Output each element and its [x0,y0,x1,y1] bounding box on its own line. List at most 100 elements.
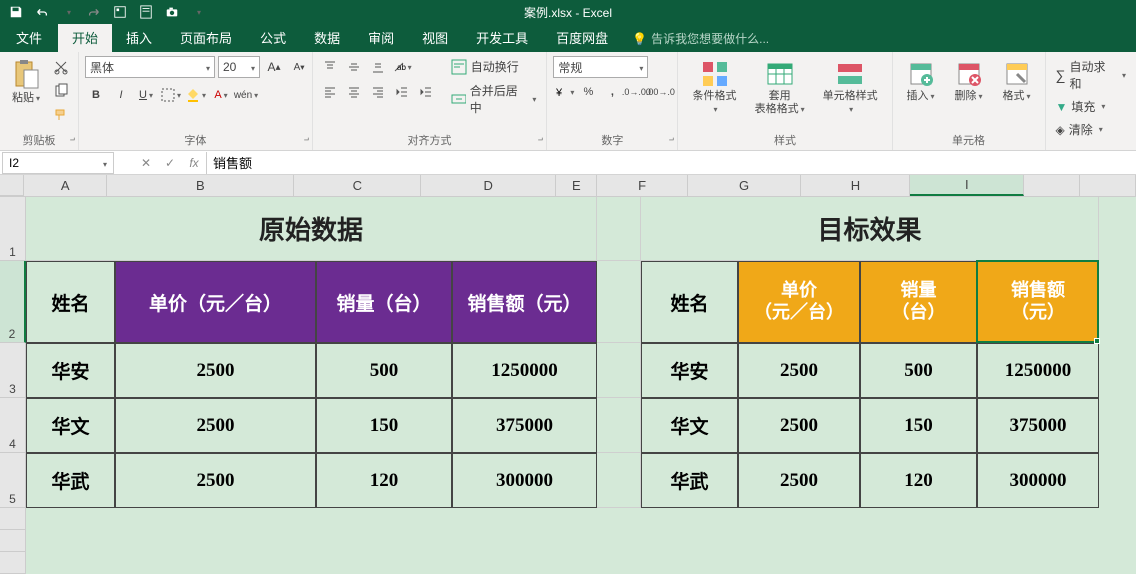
cell[interactable]: 华武 [641,453,738,508]
formula-input[interactable]: 销售额 [207,152,1136,174]
cell[interactable]: 120 [316,453,452,508]
increase-indent-button[interactable] [415,81,437,103]
cancel-formula-button[interactable]: ✕ [134,152,158,174]
row-header[interactable]: 5 [0,453,26,508]
border-button[interactable] [160,84,182,106]
decrease-decimal-button[interactable]: .00→.0 [649,81,671,103]
tab-review[interactable]: 审阅 [354,23,408,52]
cell[interactable]: 销售额（元） [977,261,1099,343]
worksheet-grid[interactable]: ABCDEFGHI 12345 原始数据姓名单价（元／台）销量（台）销售额（元）… [0,175,1136,585]
qat-customize[interactable] [188,2,208,22]
cell[interactable]: 华武 [26,453,115,508]
column-header[interactable] [1080,175,1136,196]
name-box[interactable]: I2 [2,152,114,174]
bold-button[interactable]: B [85,84,107,106]
cell[interactable]: 华文 [641,398,738,453]
cell[interactable] [597,343,641,398]
cell[interactable]: 华安 [641,343,738,398]
cut-button[interactable] [50,56,72,78]
wrap-text-button[interactable]: 自动换行 [447,56,541,77]
increase-font-button[interactable]: A▴ [263,56,285,78]
row-header[interactable] [0,530,26,552]
tab-data[interactable]: 数据 [300,23,354,52]
insert-cells-button[interactable]: 插入 [899,56,943,105]
tell-me-search[interactable]: 💡告诉我您想要做什么... [622,25,779,52]
column-header[interactable]: H [801,175,910,196]
fill-button[interactable]: ▼填充 [1052,96,1110,117]
tab-insert[interactable]: 插入 [112,23,166,52]
align-middle-button[interactable] [343,56,365,78]
qat-btn-1[interactable] [110,2,130,22]
decrease-font-button[interactable]: A▾ [288,56,310,78]
cell[interactable]: 目标效果 [641,197,1099,261]
cell[interactable]: 单价（元／台） [738,261,860,343]
tab-view[interactable]: 视图 [408,23,462,52]
row-header[interactable]: 1 [0,197,26,261]
cell[interactable] [597,261,641,343]
cell[interactable]: 375000 [452,398,597,453]
cell[interactable]: 单价（元／台） [115,261,316,343]
save-icon[interactable] [6,2,26,22]
format-table-button[interactable]: 套用 表格格式 [749,56,811,118]
column-header[interactable]: E [556,175,597,196]
column-header[interactable]: F [597,175,687,196]
merge-center-button[interactable]: 合并后居中 [447,80,541,118]
column-header[interactable] [1024,175,1080,196]
enter-formula-button[interactable]: ✓ [158,152,182,174]
fill-color-button[interactable] [185,84,207,106]
cell[interactable]: 300000 [977,453,1099,508]
column-header[interactable]: C [294,175,421,196]
italic-button[interactable]: I [110,84,132,106]
cell[interactable]: 300000 [452,453,597,508]
autosum-button[interactable]: ∑自动求和 [1052,56,1130,94]
tab-dev[interactable]: 开发工具 [462,23,542,52]
accounting-format-button[interactable]: ¥ [553,81,575,103]
percent-button[interactable]: % [577,81,599,103]
format-painter-button[interactable] [50,104,72,126]
cell[interactable]: 2500 [115,453,316,508]
tab-home[interactable]: 开始 [58,23,112,52]
align-center-button[interactable] [343,81,365,103]
column-header[interactable]: G [688,175,802,196]
cell[interactable]: 1250000 [977,343,1099,398]
cell[interactable]: 150 [860,398,977,453]
cell[interactable]: 姓名 [26,261,115,343]
tab-layout[interactable]: 页面布局 [166,23,246,52]
paste-button[interactable]: 粘贴 [6,56,46,107]
number-launcher[interactable] [662,135,674,147]
undo-icon[interactable] [32,2,52,22]
row-header[interactable] [0,552,26,574]
column-header[interactable]: A [24,175,107,196]
cell[interactable] [597,398,641,453]
cell[interactable]: 120 [860,453,977,508]
undo-dropdown[interactable] [58,2,78,22]
cell[interactable]: 销量（台） [860,261,977,343]
clipboard-launcher[interactable] [63,135,75,147]
font-size-combo[interactable]: 20 [218,56,260,78]
cell[interactable]: 500 [316,343,452,398]
fx-button[interactable]: fx [182,152,206,174]
tab-file[interactable]: 文件 [0,23,58,52]
copy-button[interactable] [50,80,72,102]
row-header[interactable]: 3 [0,343,26,398]
tab-baidu[interactable]: 百度网盘 [542,23,622,52]
camera-icon[interactable] [162,2,182,22]
increase-decimal-button[interactable]: .0→.00 [625,81,647,103]
cell[interactable]: 销售额（元） [452,261,597,343]
cell[interactable]: 1250000 [452,343,597,398]
cell[interactable] [597,453,641,508]
redo-icon[interactable] [84,2,104,22]
column-header[interactable]: B [107,175,294,196]
cell[interactable]: 500 [860,343,977,398]
qat-btn-2[interactable] [136,2,156,22]
cell[interactable]: 2500 [738,453,860,508]
row-header[interactable]: 4 [0,398,26,453]
cell[interactable]: 华安 [26,343,115,398]
select-all-button[interactable] [0,175,24,196]
decrease-indent-button[interactable] [391,81,413,103]
cell[interactable] [597,197,641,261]
format-cells-button[interactable]: 格式 [995,56,1039,105]
align-top-button[interactable] [319,56,341,78]
font-name-combo[interactable]: 黑体 [85,56,215,78]
number-format-combo[interactable]: 常规 [553,56,648,78]
